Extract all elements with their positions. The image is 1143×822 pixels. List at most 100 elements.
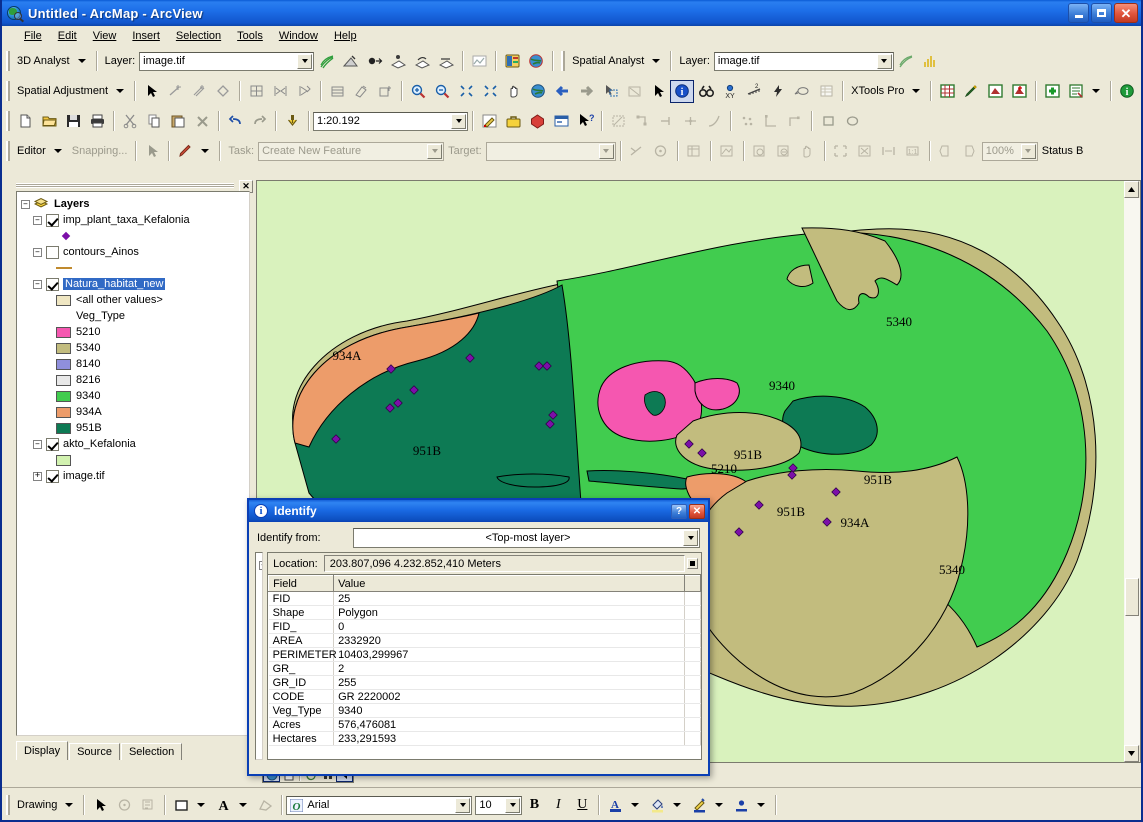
select-features-icon[interactable]: [598, 80, 622, 103]
expand-collapse-icon[interactable]: –: [33, 215, 42, 225]
table-row[interactable]: Hectares 233,291593: [268, 731, 701, 746]
aspect-icon[interactable]: [362, 50, 386, 73]
expand-collapse-icon[interactable]: –: [259, 561, 263, 570]
attributes-panel-icon[interactable]: [682, 140, 706, 163]
select-arrow-icon[interactable]: [139, 80, 163, 103]
chevron-down-icon[interactable]: [631, 803, 640, 807]
table-row[interactable]: FID_ 0: [268, 619, 701, 634]
limited-adjustment-icon[interactable]: [292, 80, 316, 103]
previous-page-icon[interactable]: [934, 140, 958, 163]
zoom-page-width-icon[interactable]: [877, 140, 901, 163]
cut-scissors-icon[interactable]: [118, 110, 142, 133]
xtools-shape-edit-icon[interactable]: [1007, 80, 1031, 103]
tab-source[interactable]: Source: [69, 743, 120, 760]
bold-button[interactable]: B: [522, 794, 546, 817]
table-row[interactable]: PERIMETER 10403,299967: [268, 647, 701, 662]
map-vertical-scrollbar[interactable]: [1124, 180, 1141, 763]
menu-item-window[interactable]: Window: [271, 28, 326, 44]
save-icon[interactable]: [61, 110, 85, 133]
rotate-element-icon[interactable]: [112, 794, 136, 817]
3d-analyst-menu[interactable]: 3D Analyst: [13, 55, 74, 67]
table-row[interactable]: AREA 2332920: [268, 633, 701, 648]
zoom-whole-page-icon[interactable]: [853, 140, 877, 163]
lightning-hyperlink-icon[interactable]: [766, 80, 790, 103]
show-help-arrow-icon[interactable]: ?: [573, 110, 597, 133]
tab-selection[interactable]: Selection: [120, 743, 183, 760]
sketch-points-icon[interactable]: [735, 110, 759, 133]
tab-display[interactable]: Display: [16, 741, 69, 760]
raster-calculator-icon[interactable]: [500, 50, 524, 73]
toc-root-layers[interactable]: – Layers: [19, 196, 247, 212]
viewshed-icon[interactable]: [410, 50, 434, 73]
legend-class-row[interactable]: 934A: [19, 404, 247, 420]
new-document-icon[interactable]: [13, 110, 37, 133]
select-elements-arrow-icon[interactable]: [646, 80, 670, 103]
chevron-down-icon[interactable]: [77, 59, 86, 63]
spatial-analyst-menu[interactable]: Spatial Analyst: [568, 55, 648, 67]
identify-field-grid[interactable]: Field Value FID 25 Shape Polygon FID_ 0 AREA 23…: [267, 574, 702, 760]
attribute-table-icon[interactable]: [814, 80, 838, 103]
menu-item-insert[interactable]: Insert: [124, 28, 168, 44]
identify-results-tree[interactable]: – Natura_habitat_new GR 2220002: [255, 552, 264, 760]
table-row[interactable]: FID 25: [268, 591, 701, 606]
square-sketch-icon[interactable]: [816, 110, 840, 133]
map-scale-combo[interactable]: 1:20.192: [313, 111, 468, 131]
font-color-icon[interactable]: A: [603, 794, 627, 817]
layer-visibility-checkbox[interactable]: [46, 469, 59, 483]
column-header-value[interactable]: Value: [333, 575, 685, 592]
column-header-blank[interactable]: [684, 575, 701, 592]
pan-page-icon[interactable]: [796, 140, 820, 163]
editor-menu[interactable]: Editor: [13, 145, 50, 157]
edit-sketch-properties-icon[interactable]: [606, 110, 630, 133]
fixed-zoom-out-icon[interactable]: [478, 80, 502, 103]
go-forward-extent-icon[interactable]: [574, 80, 598, 103]
fixed-zoom-in-icon[interactable]: [454, 80, 478, 103]
menu-item-edit[interactable]: Edit: [50, 28, 85, 44]
marker-color-icon[interactable]: [729, 794, 753, 817]
spatial-analyst-layer-combo[interactable]: image.tif: [713, 51, 894, 71]
3d-analyst-layer-combo[interactable]: image.tif: [139, 51, 315, 71]
measure-icon[interactable]: 2: [742, 80, 766, 103]
zoom-out-page-icon[interactable]: [772, 140, 796, 163]
location-options-button[interactable]: [687, 558, 698, 569]
toolbar-grip[interactable]: [6, 81, 10, 101]
legend-class-row[interactable]: 8140: [19, 356, 247, 372]
expand-collapse-icon[interactable]: –: [33, 247, 42, 257]
menu-item-file[interactable]: File: [16, 28, 50, 44]
open-folder-icon[interactable]: [37, 110, 61, 133]
table-row[interactable]: Shape Polygon: [268, 605, 701, 620]
select-elements-arrow-icon[interactable]: [88, 794, 112, 817]
scroll-thumb[interactable]: [1125, 578, 1139, 616]
html-popup-icon[interactable]: [790, 80, 814, 103]
identify-dialog[interactable]: i Identify ? ✕ Identify from: <Top-most …: [247, 498, 710, 776]
fit-page-icon[interactable]: [829, 140, 853, 163]
sketch-midpoint-icon[interactable]: [678, 110, 702, 133]
toolbar-grip[interactable]: [6, 51, 10, 71]
layer-visibility-checkbox[interactable]: [46, 437, 59, 451]
profile-graph-icon[interactable]: [467, 50, 491, 73]
sketch-curve-icon[interactable]: [783, 110, 807, 133]
maximize-button[interactable]: [1091, 3, 1112, 23]
expand-collapse-icon[interactable]: –: [21, 199, 30, 209]
identify-title-bar[interactable]: i Identify ? ✕: [249, 500, 708, 522]
circle-sketch-icon[interactable]: [840, 110, 864, 133]
delete-icon[interactable]: [190, 110, 214, 133]
chevron-down-icon[interactable]: [197, 803, 206, 807]
xtools-shape-icon[interactable]: [983, 80, 1007, 103]
layer-visibility-checkbox[interactable]: [46, 277, 59, 291]
layer-visibility-checkbox[interactable]: [46, 245, 59, 259]
zoom-out-icon[interactable]: [430, 80, 454, 103]
chevron-down-icon[interactable]: [673, 803, 682, 807]
chevron-down-icon[interactable]: [1092, 89, 1101, 93]
toolbar-grip[interactable]: [6, 141, 10, 161]
chevron-down-icon[interactable]: [427, 143, 443, 159]
chevron-down-icon[interactable]: [757, 803, 766, 807]
undo-icon[interactable]: [223, 110, 247, 133]
identify-close-button[interactable]: ✕: [689, 503, 705, 519]
clear-selection-icon[interactable]: [622, 80, 646, 103]
chevron-down-icon[interactable]: [116, 89, 125, 93]
table-row[interactable]: Veg_Type 9340: [268, 703, 701, 718]
table-row[interactable]: GR_ID 255: [268, 675, 701, 690]
scroll-down-button[interactable]: [1124, 745, 1139, 762]
toolbar-grip[interactable]: [561, 51, 566, 71]
